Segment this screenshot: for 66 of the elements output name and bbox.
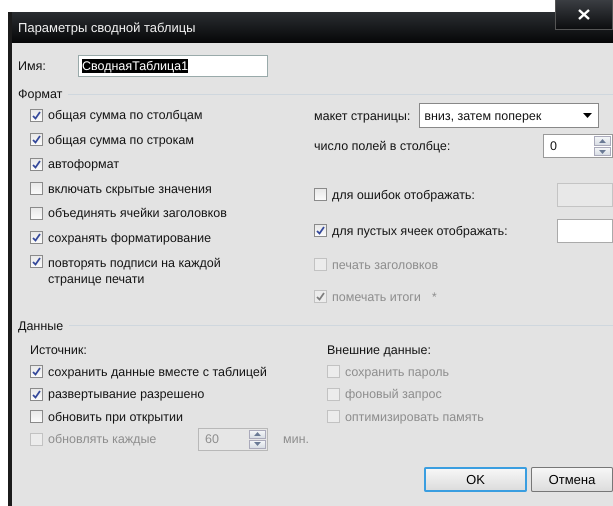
checkbox-label: помечать итоги <box>332 290 421 304</box>
checkmark-icon <box>32 367 41 376</box>
checkbox-label: обновить при открытии <box>48 410 183 424</box>
spin-down-button[interactable] <box>249 440 266 449</box>
checkbox[interactable] <box>30 388 43 401</box>
close-button[interactable] <box>555 0 613 30</box>
field-label: число полей в столбце: <box>314 139 450 154</box>
down-arrow-icon <box>254 442 261 446</box>
input-field[interactable] <box>557 218 613 242</box>
checkbox-label: общая сумма по столбцам <box>48 108 202 122</box>
checkmark-icon <box>32 257 41 266</box>
checkbox[interactable] <box>30 158 43 171</box>
spin-up-button[interactable] <box>594 136 611 146</box>
dialog-button[interactable]: OK <box>424 466 527 492</box>
up-arrow-icon <box>599 139 606 143</box>
checkbox[interactable] <box>30 410 43 424</box>
checkbox-label: включать скрытые значения <box>48 182 212 196</box>
checkmark-icon <box>32 135 41 144</box>
checkmark-icon <box>32 160 41 169</box>
checkbox-label: объединять ячейки заголовков <box>48 206 227 220</box>
checkbox-label: сохранить пароль <box>344 364 450 379</box>
checkbox-label: общая сумма по строкам <box>48 132 194 147</box>
close-icon <box>578 9 590 20</box>
group-label: Источник: <box>30 342 87 356</box>
page-layout-dropdown[interactable]: вниз, затем поперек <box>419 103 600 128</box>
window-title: Параметры сводной таблицы <box>18 20 196 35</box>
section-title: Данные <box>18 318 64 332</box>
checkbox-label: фоновый запрос <box>344 387 442 402</box>
unit-label: мин. <box>283 432 309 446</box>
checkbox[interactable] <box>30 231 43 244</box>
checkbox[interactable] <box>30 206 43 220</box>
checkbox[interactable] <box>30 255 43 268</box>
name-field[interactable]: СводнаяТаблица1 <box>78 55 268 77</box>
checkbox[interactable] <box>30 182 43 196</box>
checkbox-label: автоформат <box>48 157 120 172</box>
field-label: макет страницы: <box>314 108 410 122</box>
checkmark-icon <box>316 226 326 235</box>
checkbox[interactable] <box>30 365 43 378</box>
asterisk: * <box>432 290 437 304</box>
checkbox-label: повторять подписи на каждой странице печати <box>48 255 222 287</box>
checkbox-label: сохранять форматирование <box>48 230 212 245</box>
spin-field[interactable]: 0 <box>543 134 613 158</box>
checkbox[interactable] <box>30 108 43 122</box>
down-arrow-icon <box>599 150 606 154</box>
checkbox-label: развертывание разрешено <box>48 387 204 402</box>
group-label: Внешние данные: <box>326 342 431 356</box>
checkmark-icon <box>32 110 41 120</box>
caret-icon <box>583 113 592 118</box>
dialog-button[interactable]: Отмена <box>531 466 613 492</box>
section-title: Формат <box>18 87 62 101</box>
checkmark-icon <box>316 292 326 301</box>
checkbox-label: оптимизировать память <box>344 410 484 424</box>
checkbox-label: сохранить данные вместе с таблицей <box>48 364 267 379</box>
checkbox-label: для ошибок отображать: <box>332 188 475 202</box>
checkbox[interactable] <box>314 224 328 237</box>
up-arrow-icon <box>254 432 261 436</box>
checkbox-label: обновлять каждые <box>48 432 158 446</box>
checkmark-icon <box>32 390 41 399</box>
spin-up-button[interactable] <box>249 430 266 439</box>
checkbox[interactable] <box>314 188 328 201</box>
checkmark-icon <box>32 233 41 242</box>
field-label: Имя: <box>18 59 47 73</box>
checkbox-label: для пустых ячеек отображать: <box>332 224 508 238</box>
spin-down-button[interactable] <box>594 146 611 156</box>
checkbox[interactable] <box>30 133 43 146</box>
checkbox-label: печать заголовков <box>332 258 438 272</box>
